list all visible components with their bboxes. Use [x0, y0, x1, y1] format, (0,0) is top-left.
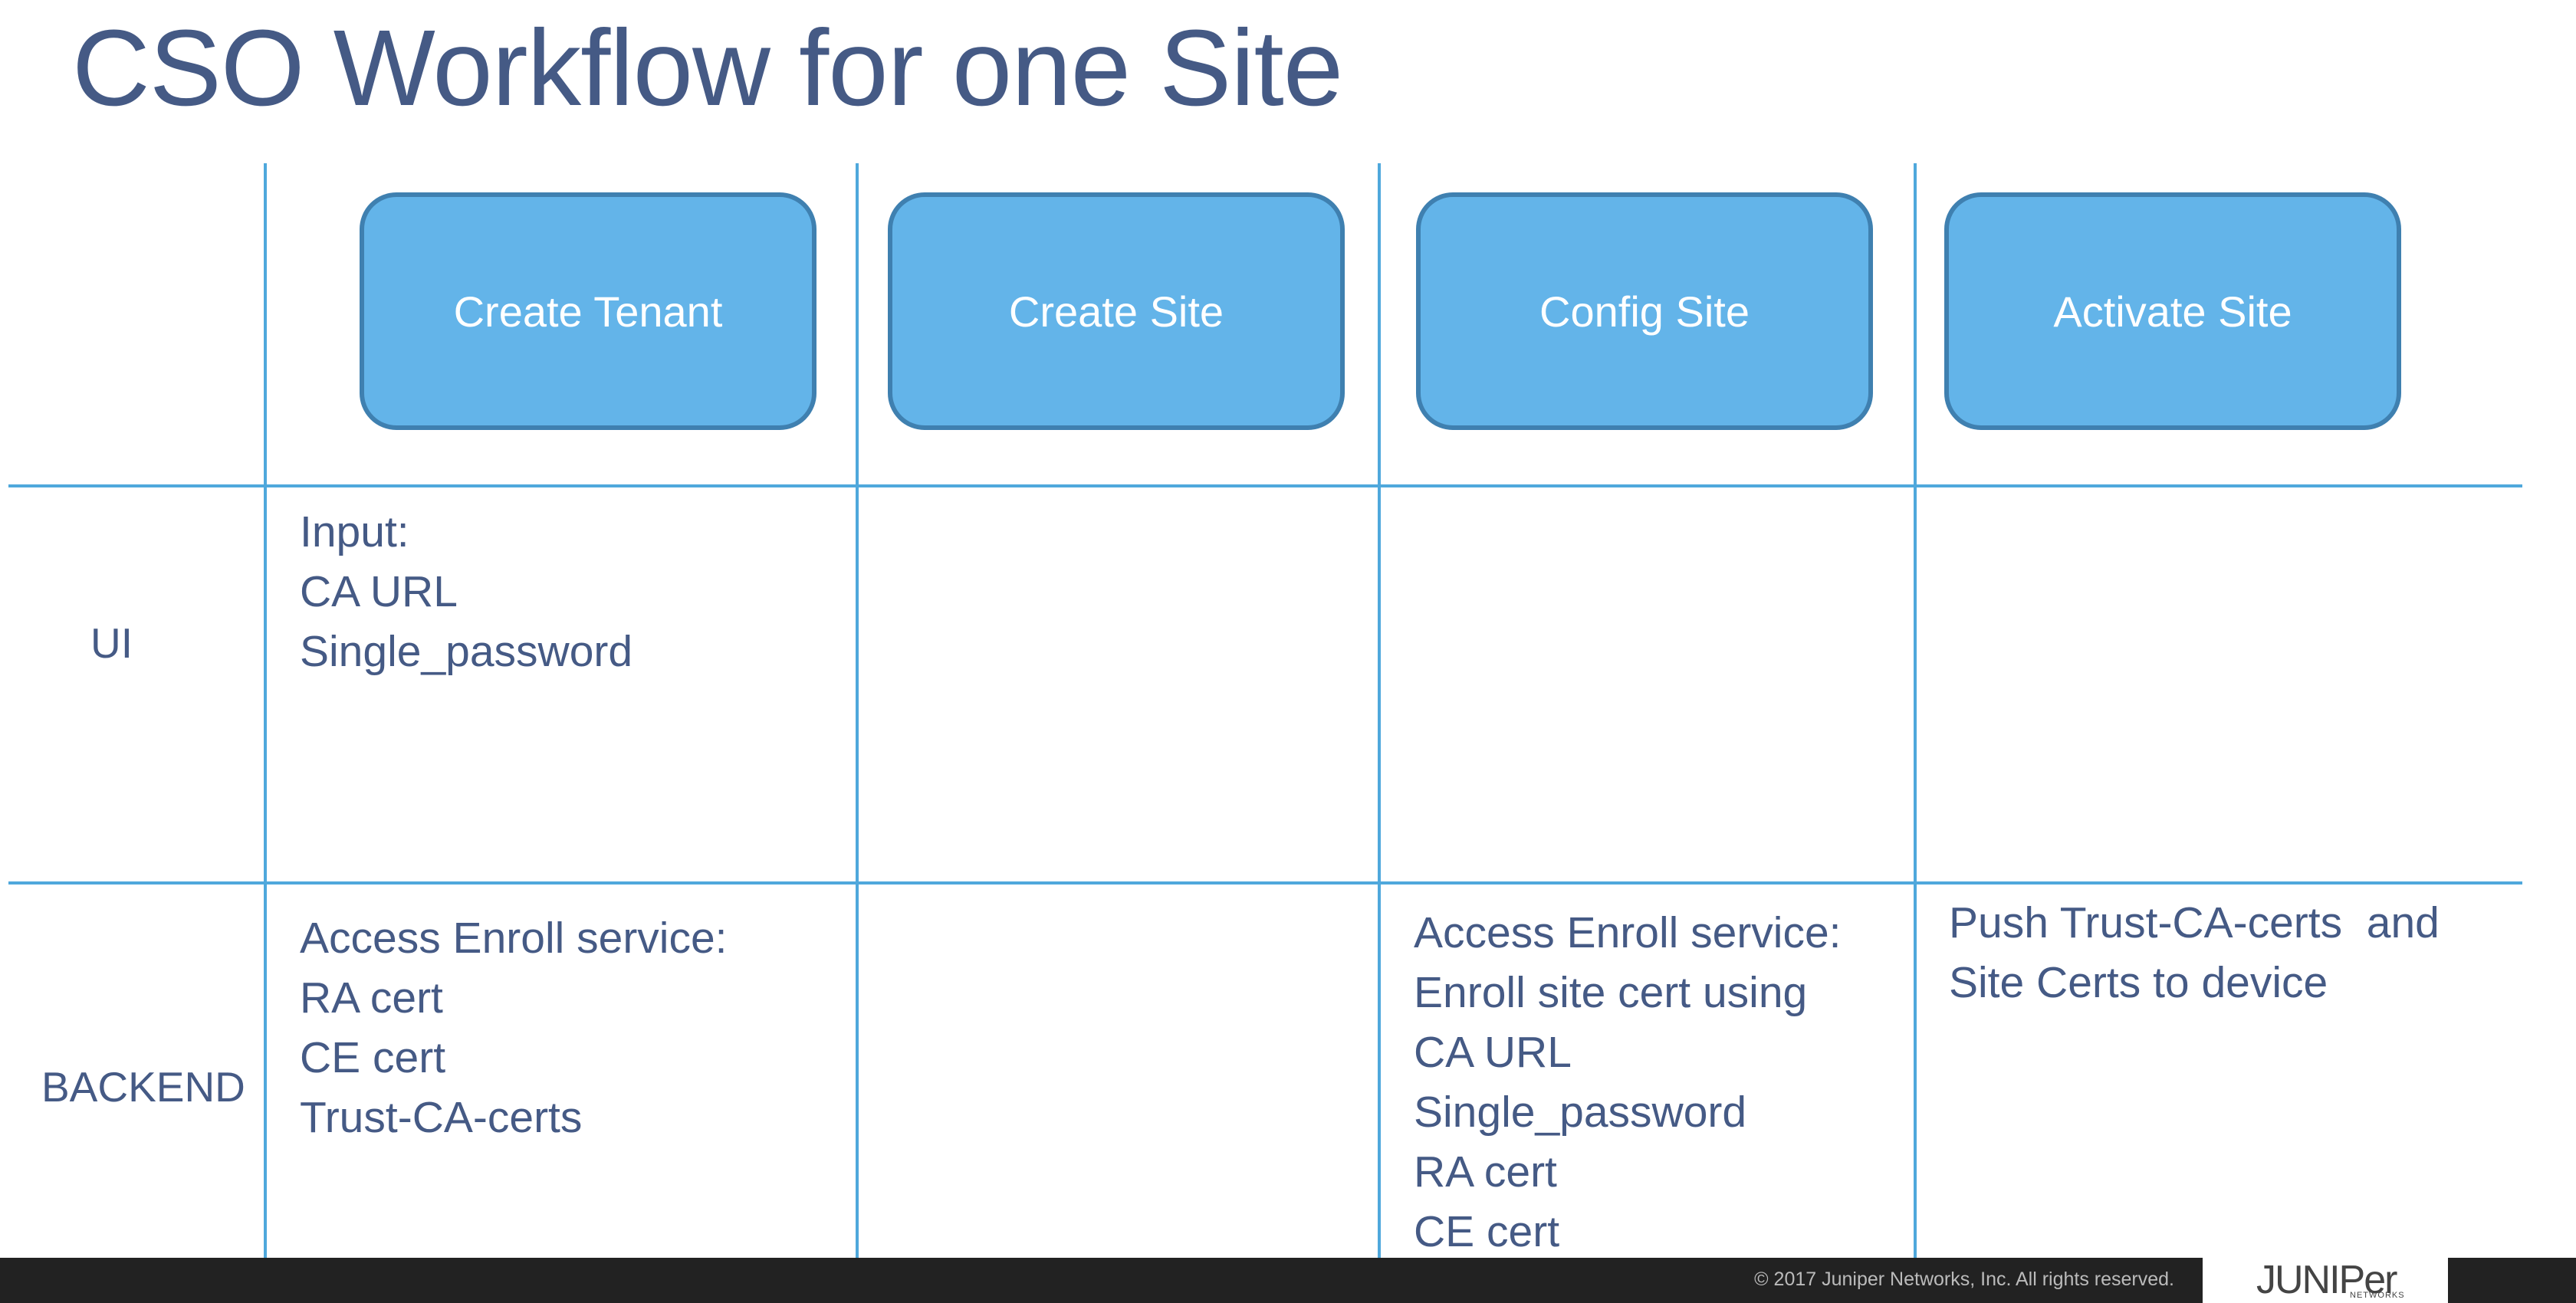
cell-line: Access Enroll service: — [1414, 908, 1842, 957]
step-label: Create Site — [1008, 287, 1224, 336]
backend-cell-activate-site: Push Trust-CA-certs and Site Certs to de… — [1949, 893, 2440, 1013]
copyright-text: © 2017 Juniper Networks, Inc. All rights… — [1754, 1269, 2174, 1290]
step-label: Config Site — [1539, 287, 1750, 336]
cell-line: Single_password — [300, 627, 633, 676]
cell-line: CA URL — [1414, 1028, 1572, 1077]
cell-line: RA cert — [1414, 1147, 1557, 1196]
cell-line: Site Certs to device — [1949, 958, 2328, 1007]
cell-line: Single_password — [1414, 1088, 1747, 1137]
row-label-backend: BACKEND — [41, 1063, 245, 1111]
backend-cell-create-tenant: Access Enroll service: RA cert CE cert T… — [300, 908, 728, 1147]
cell-line: Input: — [300, 507, 409, 556]
ui-cell-create-tenant: Input: CA URL Single_password — [300, 502, 632, 681]
cell-line: CE cert — [300, 1033, 446, 1082]
cell-line: Enroll site cert using — [1414, 968, 1808, 1017]
juniper-logo: JUNIPer NETWORKS — [2203, 1258, 2448, 1303]
cell-line: RA cert — [300, 973, 443, 1022]
column-divider — [856, 163, 859, 1261]
column-divider — [1914, 163, 1917, 1261]
column-divider — [264, 163, 267, 1261]
column-divider — [1378, 163, 1381, 1261]
row-label-ui: UI — [90, 619, 133, 667]
cell-line: CA URL — [300, 567, 458, 616]
cell-line: Access Enroll service: — [300, 914, 728, 963]
step-config-site: Config Site — [1416, 192, 1873, 430]
step-create-site: Create Site — [888, 192, 1345, 430]
step-label: Activate Site — [2053, 287, 2292, 336]
cell-line: Push Trust-CA-certs and — [1949, 898, 2440, 947]
page-title: CSO Workflow for one Site — [72, 7, 1343, 128]
backend-cell-config-site: Access Enroll service: Enroll site cert … — [1414, 903, 1842, 1262]
row-divider — [8, 484, 2522, 487]
step-create-tenant: Create Tenant — [360, 192, 816, 430]
footer-bar: © 2017 Juniper Networks, Inc. All rights… — [0, 1258, 2576, 1303]
step-activate-site: Activate Site — [1944, 192, 2401, 430]
step-label: Create Tenant — [453, 287, 723, 336]
cell-line: Trust-CA-certs — [300, 1093, 583, 1142]
row-divider — [8, 881, 2522, 885]
cell-line: CE cert — [1414, 1207, 1560, 1256]
logo-subtext: NETWORKS — [2350, 1291, 2405, 1300]
